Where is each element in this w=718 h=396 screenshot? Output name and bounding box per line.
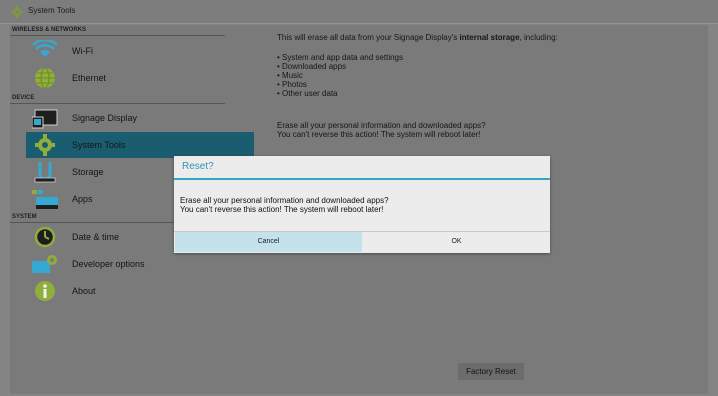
section-header-wireless: WIRELESS & NETWORKS xyxy=(10,26,225,36)
intro-bold: internal storage xyxy=(459,33,520,42)
developer-icon xyxy=(32,255,57,273)
dialog-message-line: You can't reverse this action! The syste… xyxy=(180,205,384,214)
sidebar-item-label: System Tools xyxy=(72,140,126,150)
erase-list: • System and app data and settings • Dow… xyxy=(277,53,403,98)
apps-icon xyxy=(32,190,58,209)
list-item: • Music xyxy=(277,71,303,80)
storage-icon xyxy=(34,162,56,183)
cancel-button[interactable]: Cancel xyxy=(175,232,362,252)
dialog-message: Erase all your personal information and … xyxy=(180,196,389,214)
sidebar-item-signage-display[interactable]: Signage Display xyxy=(26,105,254,131)
sidebar-item-label: Developer options xyxy=(72,259,145,269)
warning-line: Erase all your personal information and … xyxy=(277,121,486,130)
reset-description: This will erase all data from your Signa… xyxy=(277,33,558,42)
warning-text: Erase all your personal information and … xyxy=(277,121,486,139)
sidebar-item-label: Ethernet xyxy=(72,73,107,83)
sidebar-item-label: Date & time xyxy=(72,232,120,242)
sidebar-item-label: Apps xyxy=(72,194,93,204)
sidebar-item-about[interactable]: About xyxy=(26,278,254,304)
sidebar-item-ethernet[interactable]: Ethernet xyxy=(26,65,254,91)
wifi-icon xyxy=(32,40,58,57)
factory-reset-button[interactable]: Factory Reset xyxy=(458,363,524,380)
list-item: • Other user data xyxy=(277,89,338,98)
clock-icon xyxy=(34,226,56,248)
section-header-device: DEVICE xyxy=(10,94,225,104)
list-item: • Photos xyxy=(277,80,307,89)
ok-button[interactable]: OK xyxy=(363,232,550,252)
dialog-title-divider xyxy=(174,178,550,180)
globe-icon xyxy=(35,67,55,89)
title-bar: System Tools xyxy=(0,0,718,24)
sidebar-item-wifi[interactable]: Wi-Fi xyxy=(26,38,254,64)
sidebar-item-system-tools[interactable]: System Tools xyxy=(26,132,254,158)
dialog-title: Reset? xyxy=(182,161,214,172)
window-title: System Tools xyxy=(28,6,76,15)
sidebar-item-label: About xyxy=(72,286,96,296)
intro-prefix: This will erase all data from your Signa… xyxy=(277,33,460,42)
warning-line: You can't reverse this action! The syste… xyxy=(277,130,481,139)
sidebar-item-label: Storage xyxy=(72,167,104,177)
sidebar-item-label: Wi-Fi xyxy=(72,46,93,56)
list-item: • Downloaded apps xyxy=(277,62,347,71)
sidebar-item-developer-options[interactable]: Developer options xyxy=(26,251,254,277)
intro-suffix: , including: xyxy=(519,33,558,42)
list-item: • System and app data and settings xyxy=(277,53,403,62)
reset-dialog: Reset? Erase all your personal informati… xyxy=(174,156,550,253)
dialog-message-line: Erase all your personal information and … xyxy=(180,196,389,205)
sidebar-item-label: Signage Display xyxy=(72,113,138,123)
info-icon xyxy=(35,281,55,301)
gear-icon xyxy=(35,134,55,156)
display-icon xyxy=(32,109,58,129)
intro-text: This will erase all data from your Signa… xyxy=(277,33,558,42)
gear-icon xyxy=(11,6,23,18)
